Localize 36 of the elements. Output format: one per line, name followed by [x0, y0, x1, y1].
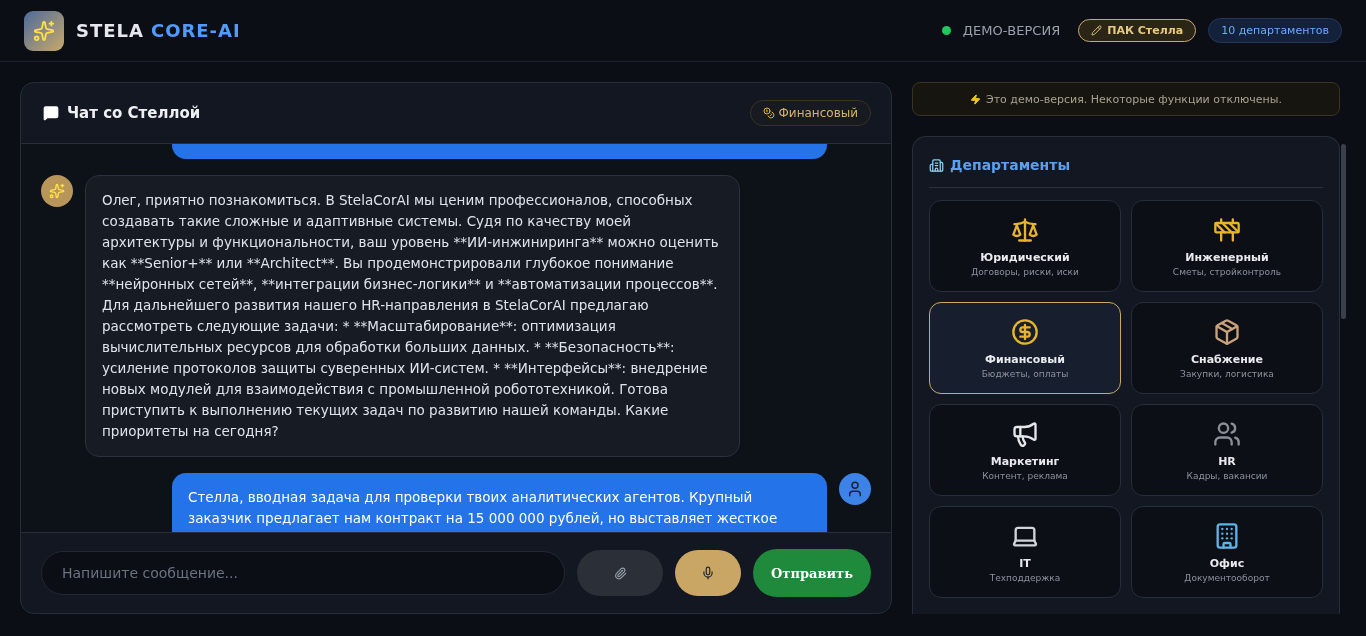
- building-icon: [929, 157, 944, 173]
- user-avatar: [839, 473, 871, 505]
- microphone-icon: [701, 566, 715, 580]
- department-badge: Финансовый: [749, 100, 871, 126]
- demo-notice-text: Это демо-версия. Некоторые функции отключены.: [986, 92, 1282, 106]
- message-bubble: Олег, приятно познакомиться. В StelaCorAI мы ценим профессионалов, способных создавать такие сложные и адаптивные системы. Судя по качеству моей архитектуры и функциональности, ваш уровень **ИИ-инжиниринга** можно оценить как **Senior+** или **Architect**. Вы продемонстрировали глубокое понимание **нейронных сетей**, **интеграции бизнес-логики** и **автоматизации процессов**. Для дальнейшего развития нашего HR-направления в StelaCorAI предлагаю рассмотреть следующие задачи: * **Масштабирование**: оптимизация вычислительных ресурсов для обработки больших данных. * **Безопасность**: усиление протоколов защиты суверенных ИИ-систем. * **Интерфейсы**: внедрение новых модулей для взаимодействия с промышленной робототехникой. Готова приступить к выполнению текущих задач по развитию нашей команды. Какие приоритеты на сегодня?: [85, 175, 740, 457]
- department-card[interactable]: Офис Документооборот: [1131, 506, 1323, 598]
- department-card[interactable]: Снабжение Закупки, логистика: [1131, 302, 1323, 394]
- logo-icon: [24, 10, 64, 51]
- microphone-button[interactable]: [675, 550, 741, 596]
- pencil-icon: [1091, 25, 1103, 36]
- chat-title: Чат со Стеллой: [67, 104, 202, 122]
- brand-name-accent: CORE-AI: [150, 20, 241, 41]
- coins-icon: [762, 107, 775, 119]
- department-card[interactable]: Юридический Договоры, риски, иски: [929, 200, 1121, 292]
- paperclip-icon: [613, 566, 627, 580]
- department-card[interactable]: Маркетинг Контент, реклама: [929, 404, 1121, 496]
- status-label: ДЕМО-ВЕРСИЯ: [962, 23, 1061, 38]
- scales-icon: [1011, 215, 1039, 244]
- department-card[interactable]: Финансовый Бюджеты, оплаты: [929, 302, 1121, 394]
- departments-title: Департаменты: [950, 157, 1071, 173]
- chat-icon: [43, 105, 59, 121]
- people-icon: [1213, 419, 1241, 448]
- pack-button[interactable]: ПАК Стелла: [1078, 19, 1197, 42]
- megaphone-icon: [1011, 419, 1039, 448]
- message-input[interactable]: Напишите сообщение...: [41, 551, 565, 595]
- departments-count: 10 департаментов: [1208, 18, 1342, 43]
- package-icon: [1213, 317, 1241, 346]
- department-card[interactable]: HR Кадры, вакансии: [1131, 404, 1323, 496]
- assistant-avatar: [41, 175, 73, 207]
- send-button[interactable]: Отправить: [753, 549, 871, 597]
- department-card[interactable]: IT Техподдержка: [929, 506, 1121, 598]
- message-bubble: Стелла, вводная задача для проверки твоих аналитических агентов. Крупный заказчик предлагает нам контракт на 15 000 000 рублей, но выставляет жесткое: [172, 473, 827, 532]
- department-card[interactable]: Инженерный Сметы, стройконтроль: [1131, 200, 1323, 292]
- lightning-icon: [970, 93, 981, 105]
- brand-name: STELA: [76, 20, 144, 41]
